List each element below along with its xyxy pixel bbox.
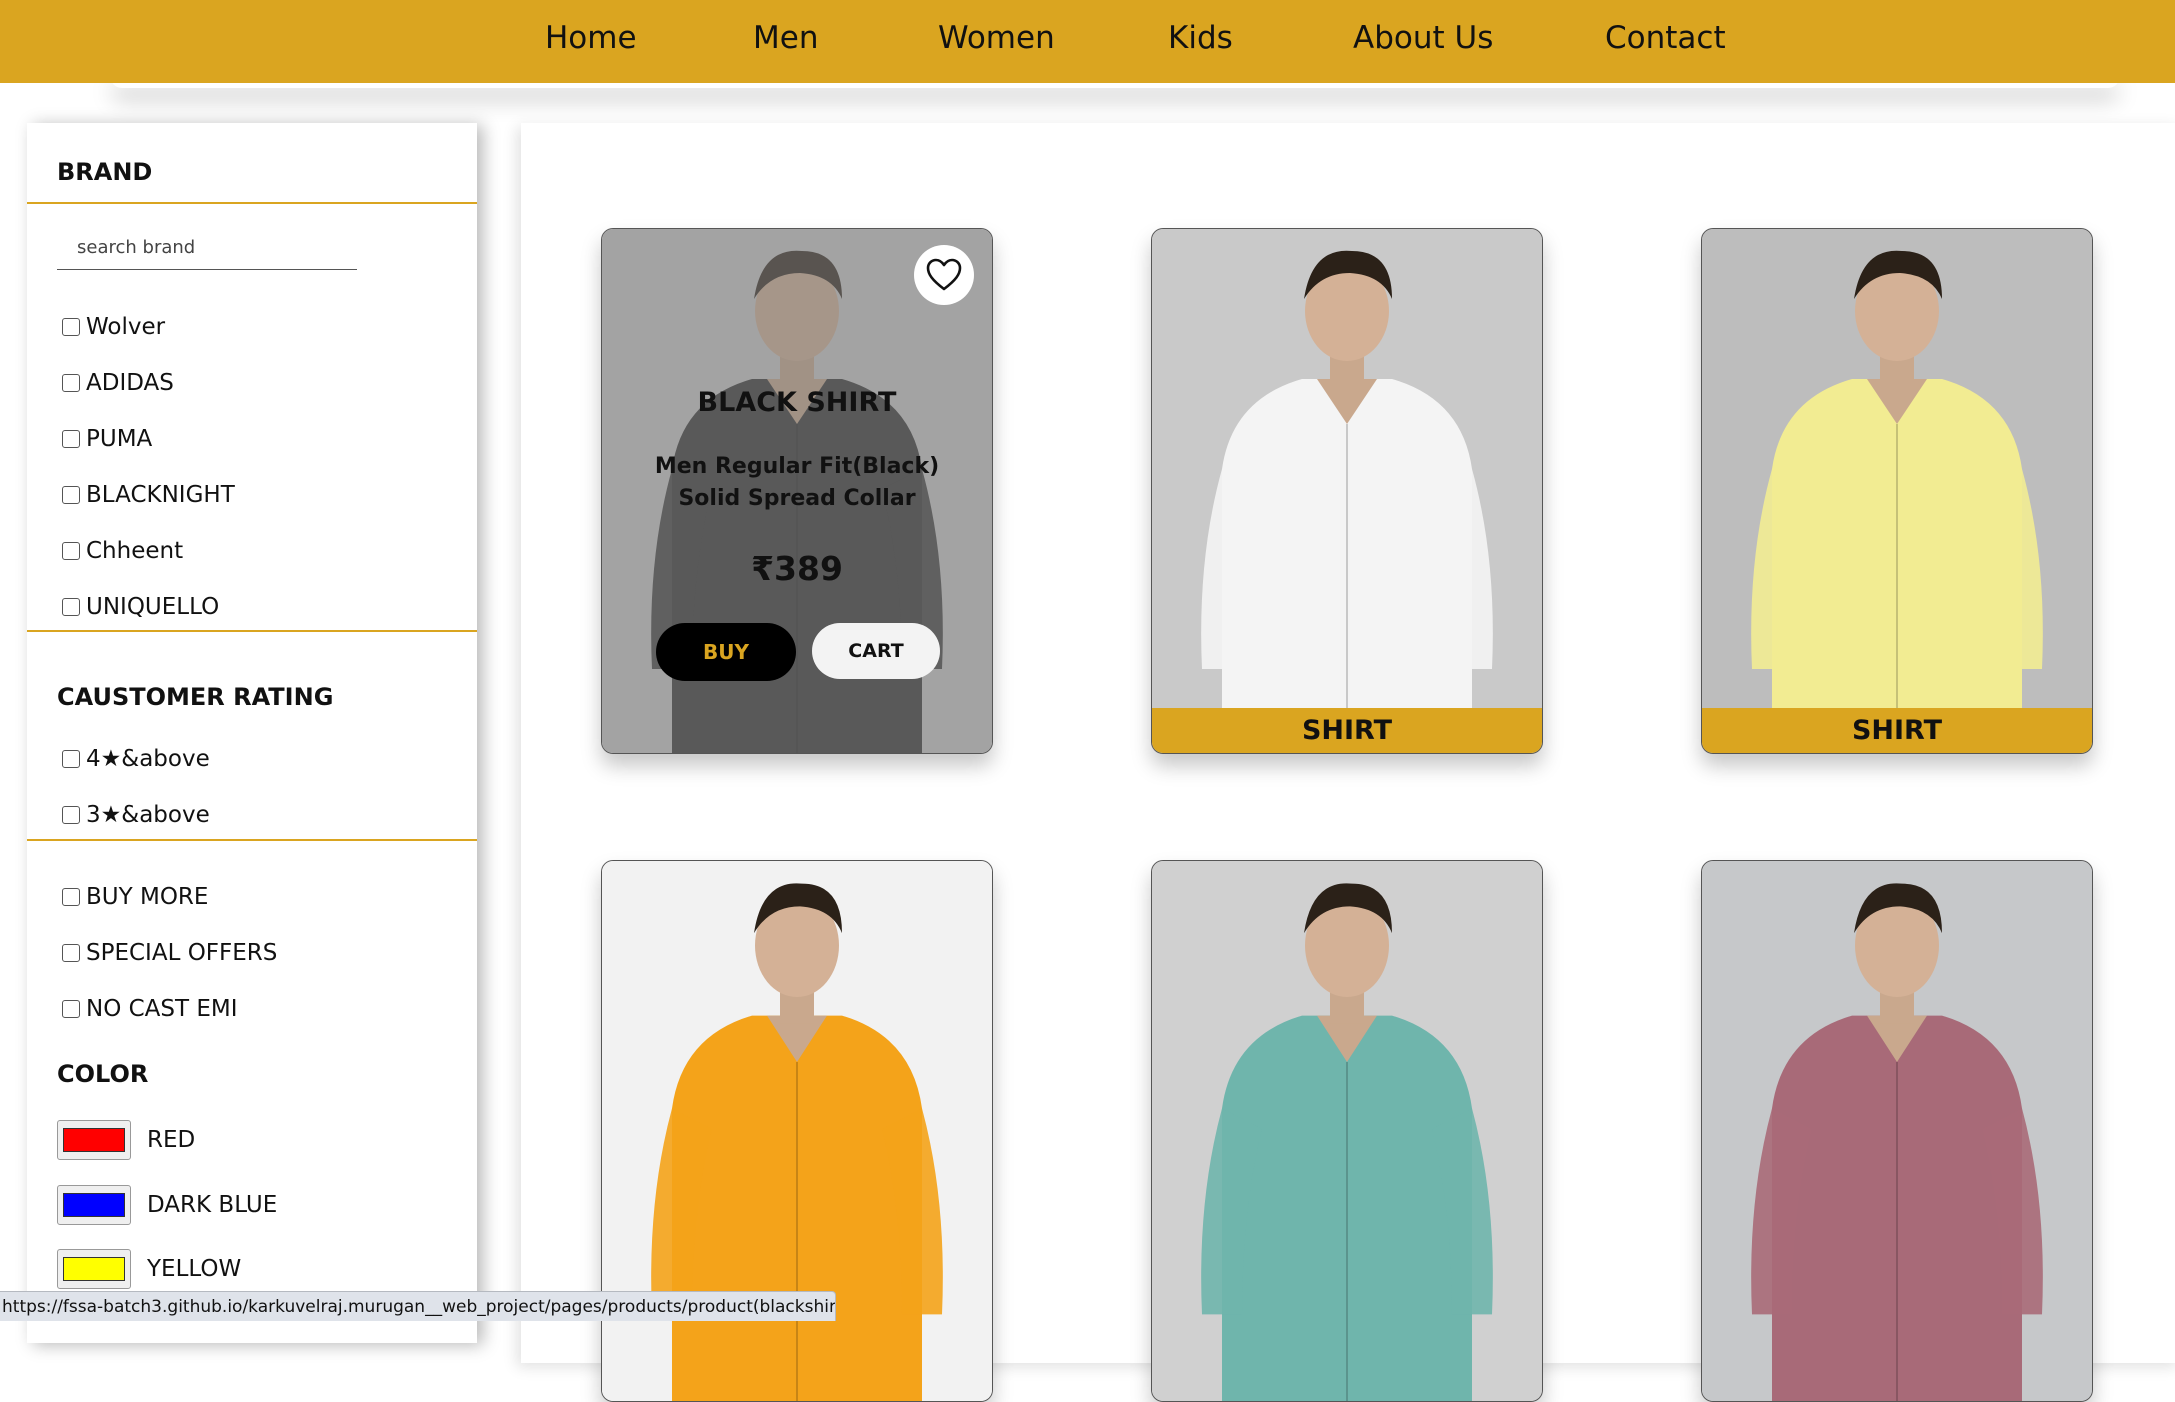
color-option-label: DARK BLUE [147, 1192, 278, 1218]
nav-link-men[interactable]: Men [753, 20, 818, 56]
add-to-cart-button[interactable]: CART [812, 623, 940, 679]
offer-option-buy-more[interactable]: BUY MORE [62, 881, 208, 913]
color-option-yellow[interactable]: YELLOW [57, 1247, 241, 1291]
checkbox[interactable] [62, 944, 80, 962]
color-option-dark-blue[interactable]: DARK BLUE [57, 1183, 277, 1227]
product-price: ₹389 [751, 549, 843, 588]
filter-sidebar: BRAND Wolver ADIDAS PUMA BLACKNIGHT Chhe… [27, 123, 477, 1343]
checkbox[interactable] [62, 598, 80, 616]
color-filter-title: COLOR [57, 1060, 149, 1088]
buy-button[interactable]: BUY [656, 623, 796, 681]
nav-link-contact[interactable]: Contact [1605, 20, 1726, 56]
color-option-label: YELLOW [147, 1256, 242, 1282]
nav-link-women[interactable]: Women [938, 20, 1055, 56]
offer-option-label: BUY MORE [86, 884, 209, 910]
color-swatch-button[interactable] [57, 1120, 131, 1160]
brand-option-label: UNIQUELLO [86, 594, 220, 620]
rating-option-3-above[interactable]: 3★&above [62, 799, 210, 831]
color-swatch [63, 1257, 125, 1281]
checkbox[interactable] [62, 888, 80, 906]
divider [27, 630, 477, 632]
color-option-red[interactable]: RED [57, 1118, 195, 1162]
wishlist-button[interactable] [914, 245, 974, 305]
product-image [1702, 861, 2092, 1401]
brand-option-label: Chheent [86, 538, 184, 564]
checkbox[interactable] [62, 486, 80, 504]
top-navbar: Home Men Women Kids About Us Contact [0, 0, 2175, 83]
divider [27, 202, 477, 204]
brand-option-wolver[interactable]: Wolver [62, 311, 165, 343]
checkbox[interactable] [62, 430, 80, 448]
brand-search-input[interactable] [57, 226, 357, 270]
color-swatch [63, 1193, 125, 1217]
brand-option-uniquello[interactable]: UNIQUELLO [62, 591, 219, 623]
rating-option-4-above[interactable]: 4★&above [62, 743, 210, 775]
brand-option-label: BLACKNIGHT [86, 482, 235, 508]
rating-filter-title: CAUSTOMER RATING [57, 683, 334, 711]
divider [27, 839, 477, 841]
offer-option-label: SPECIAL OFFERS [86, 940, 278, 966]
color-swatch-button[interactable] [57, 1249, 131, 1289]
color-swatch-button[interactable] [57, 1185, 131, 1225]
brand-option-label: Wolver [86, 314, 166, 340]
brand-option-blacknight[interactable]: BLACKNIGHT [62, 479, 235, 511]
product-image [1152, 861, 1542, 1401]
brand-option-chheent[interactable]: Chheent [62, 535, 183, 567]
checkbox[interactable] [62, 806, 80, 824]
checkbox[interactable] [62, 318, 80, 336]
offer-option-no-cast-emi[interactable]: NO CAST EMI [62, 993, 238, 1025]
brand-option-label: PUMA [86, 426, 153, 452]
product-title: BLACK SHIRT [697, 387, 897, 418]
product-card[interactable]: BLACK SHIRT Men Regular Fit(Black) Solid… [601, 228, 993, 754]
product-category-label: SHIRT [1152, 708, 1542, 753]
rating-option-label: 3★&above [86, 802, 210, 828]
offer-option-special-offers[interactable]: SPECIAL OFFERS [62, 937, 277, 969]
nav-link-home[interactable]: Home [545, 20, 637, 56]
nav-link-about-us[interactable]: About Us [1353, 20, 1493, 56]
brand-option-puma[interactable]: PUMA [62, 423, 152, 455]
checkbox[interactable] [62, 1000, 80, 1018]
checkbox[interactable] [62, 750, 80, 768]
brand-filter-title: BRAND [57, 158, 153, 186]
heart-icon [926, 258, 962, 291]
product-card[interactable]: SHIRT [1151, 228, 1543, 754]
rating-option-label: 4★&above [86, 746, 210, 772]
product-hover-overlay: BLACK SHIRT Men Regular Fit(Black) Solid… [602, 229, 992, 753]
browser-status-bar-url: https://fssa-batch3.github.io/karkuvelra… [0, 1291, 836, 1321]
product-category-label: SHIRT [1702, 708, 2092, 753]
brand-option-adidas[interactable]: ADIDAS [62, 367, 174, 399]
color-swatch [63, 1128, 125, 1152]
product-image [1152, 229, 1542, 753]
color-option-label: RED [147, 1127, 196, 1153]
checkbox[interactable] [62, 542, 80, 560]
offer-option-label: NO CAST EMI [86, 996, 238, 1022]
product-description: Men Regular Fit(Black) Solid Spread Coll… [654, 454, 940, 511]
product-card[interactable]: SHIRT [1701, 228, 2093, 754]
product-image [1702, 229, 2092, 753]
brand-option-label: ADIDAS [86, 370, 174, 396]
checkbox[interactable] [62, 374, 80, 392]
nav-link-kids[interactable]: Kids [1168, 20, 1233, 56]
